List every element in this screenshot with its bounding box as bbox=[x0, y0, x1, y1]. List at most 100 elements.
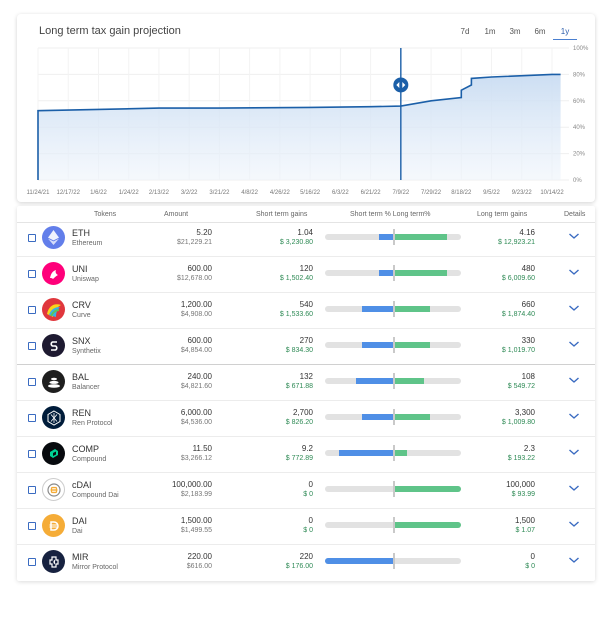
token-name: Ren Protocol bbox=[72, 420, 113, 427]
x-tick-label: 2/13/22 bbox=[149, 190, 170, 196]
synthetix-icon bbox=[42, 334, 65, 357]
table-row: SNX Synthetix 600.00 $4,854.00 270 $ 834… bbox=[17, 328, 595, 364]
token-symbol: CRV bbox=[72, 300, 91, 310]
short-term-amount: 540 bbox=[299, 300, 313, 309]
token-symbol: ETH bbox=[72, 228, 90, 238]
short-term-bar bbox=[379, 234, 393, 240]
y-tick-label: 20% bbox=[573, 152, 586, 158]
chevron-down-icon[interactable] bbox=[568, 447, 580, 457]
token-amount-usd: $3,266.12 bbox=[180, 455, 212, 462]
short-term-amount: 270 bbox=[299, 336, 313, 345]
ratio-center-line bbox=[393, 445, 395, 461]
token-amount-usd: $4,536.00 bbox=[180, 419, 212, 426]
token-amount: 240.00 bbox=[187, 372, 212, 381]
token-amount: 600.00 bbox=[187, 264, 212, 273]
short-term-usd: $ 826.20 bbox=[285, 419, 313, 426]
short-term-usd: $ 1,502.40 bbox=[279, 275, 313, 282]
table-row: UNI Uniswap 600.00 $12,678.00 120 $ 1,50… bbox=[17, 256, 595, 292]
x-tick-label: 12/17/22 bbox=[57, 190, 81, 196]
row-checkbox[interactable] bbox=[28, 414, 36, 422]
long-term-usd: $ 1,009.80 bbox=[501, 419, 535, 426]
row-checkbox[interactable] bbox=[28, 486, 36, 494]
long-term-bar bbox=[393, 342, 431, 348]
long-term-amount: 480 bbox=[521, 264, 535, 273]
balancer-icon bbox=[42, 370, 65, 393]
ratio-center-line bbox=[393, 481, 395, 497]
short-term-amount: 132 bbox=[299, 372, 313, 381]
chevron-down-icon[interactable] bbox=[568, 339, 580, 349]
long-term-amount: 3,300 bbox=[514, 408, 535, 417]
projection-chart: 0% 20% 40% 60% 80% 100% 11/24/21 12/17/22 1/6/22… bbox=[27, 46, 589, 196]
curve-icon bbox=[42, 298, 65, 321]
chevron-down-icon[interactable] bbox=[568, 375, 580, 385]
dai-icon bbox=[42, 514, 65, 537]
x-tick-label: 9/5/22 bbox=[483, 190, 500, 196]
chevron-down-icon[interactable] bbox=[568, 411, 580, 421]
chevron-down-icon[interactable] bbox=[568, 267, 580, 277]
token-amount: 6,000.00 bbox=[180, 408, 212, 417]
token-symbol: MIR bbox=[72, 552, 89, 562]
row-checkbox[interactable] bbox=[28, 270, 36, 278]
token-amount-usd: $4,854.00 bbox=[180, 347, 212, 354]
token-amount: 5.20 bbox=[196, 228, 212, 237]
short-term-amount: 0 bbox=[308, 516, 313, 525]
token-amount: 11.50 bbox=[192, 444, 212, 453]
header-details: Details bbox=[564, 211, 586, 218]
short-term-amount: 0 bbox=[308, 480, 313, 489]
token-name: Ethereum bbox=[72, 240, 103, 247]
header-term-percent: Short term % Long term% bbox=[350, 211, 431, 218]
chevron-down-icon[interactable] bbox=[568, 303, 580, 313]
ethereum-icon bbox=[42, 226, 65, 249]
token-amount: 220.00 bbox=[187, 552, 212, 561]
chevron-down-icon[interactable] bbox=[568, 231, 580, 241]
x-tick-label: 1/24/22 bbox=[119, 190, 140, 196]
long-term-usd: $ 0 bbox=[525, 563, 535, 570]
token-amount-usd: $616.00 bbox=[186, 563, 212, 570]
long-term-amount: 4.16 bbox=[519, 228, 535, 237]
compound-icon bbox=[42, 442, 65, 465]
short-term-bar bbox=[362, 306, 393, 312]
y-tick-label: 60% bbox=[573, 99, 586, 105]
long-term-amount: 100,000 bbox=[506, 480, 535, 489]
row-checkbox[interactable] bbox=[28, 234, 36, 242]
short-term-usd: $ 0 bbox=[303, 527, 313, 534]
table-row: ETH Ethereum 5.20 $21,229.21 1.04 $ 3,23… bbox=[17, 220, 595, 256]
short-term-usd: $ 1,533.60 bbox=[279, 311, 313, 318]
row-checkbox[interactable] bbox=[28, 450, 36, 458]
short-term-bar bbox=[362, 342, 393, 348]
short-term-usd: $ 834.30 bbox=[285, 347, 313, 354]
chart-card: Long term tax gain projection 7d 1m 3m 6… bbox=[17, 14, 595, 202]
chevron-down-icon[interactable] bbox=[568, 519, 580, 529]
x-tick-label: 3/21/22 bbox=[209, 190, 230, 196]
cdai-icon bbox=[42, 478, 65, 501]
long-term-bar bbox=[393, 522, 461, 528]
x-tick-label: 7/9/22 bbox=[392, 190, 409, 196]
table-row: cDAI Compound Dai 100,000.00 $2,183.99 0… bbox=[17, 472, 595, 508]
token-name: Uniswap bbox=[72, 276, 99, 283]
short-term-usd: $ 772.89 bbox=[285, 455, 313, 462]
row-checkbox[interactable] bbox=[28, 342, 36, 350]
row-checkbox[interactable] bbox=[28, 522, 36, 530]
row-checkbox[interactable] bbox=[28, 306, 36, 314]
long-term-amount: 0 bbox=[530, 552, 535, 561]
x-tick-label: 4/8/22 bbox=[241, 190, 258, 196]
chevron-down-icon[interactable] bbox=[568, 483, 580, 493]
row-checkbox[interactable] bbox=[28, 378, 36, 386]
token-amount: 600.00 bbox=[187, 336, 212, 345]
chevron-down-icon[interactable] bbox=[568, 555, 580, 565]
long-term-amount: 330 bbox=[521, 336, 535, 345]
token-symbol: UNI bbox=[72, 264, 88, 274]
table-row: BAL Balancer 240.00 $4,821.60 132 $ 671.… bbox=[17, 364, 595, 400]
table-row: DAI Dai 1,500.00 $1,499.55 0 $ 0 1,500 $… bbox=[17, 508, 595, 544]
short-term-usd: $ 0 bbox=[303, 491, 313, 498]
long-term-bar bbox=[393, 414, 431, 420]
row-checkbox[interactable] bbox=[28, 558, 36, 566]
long-term-amount: 2.3 bbox=[523, 444, 535, 453]
short-term-bar bbox=[379, 270, 393, 276]
x-tick-label: 1/6/22 bbox=[90, 190, 107, 196]
token-name: Mirror Protocol bbox=[72, 564, 118, 571]
long-term-bar bbox=[393, 486, 461, 492]
table-row: COMP Compound 11.50 $3,266.12 9.2 $ 772.… bbox=[17, 436, 595, 472]
short-term-amount: 9.2 bbox=[301, 444, 313, 453]
long-term-amount: 1,500 bbox=[514, 516, 535, 525]
